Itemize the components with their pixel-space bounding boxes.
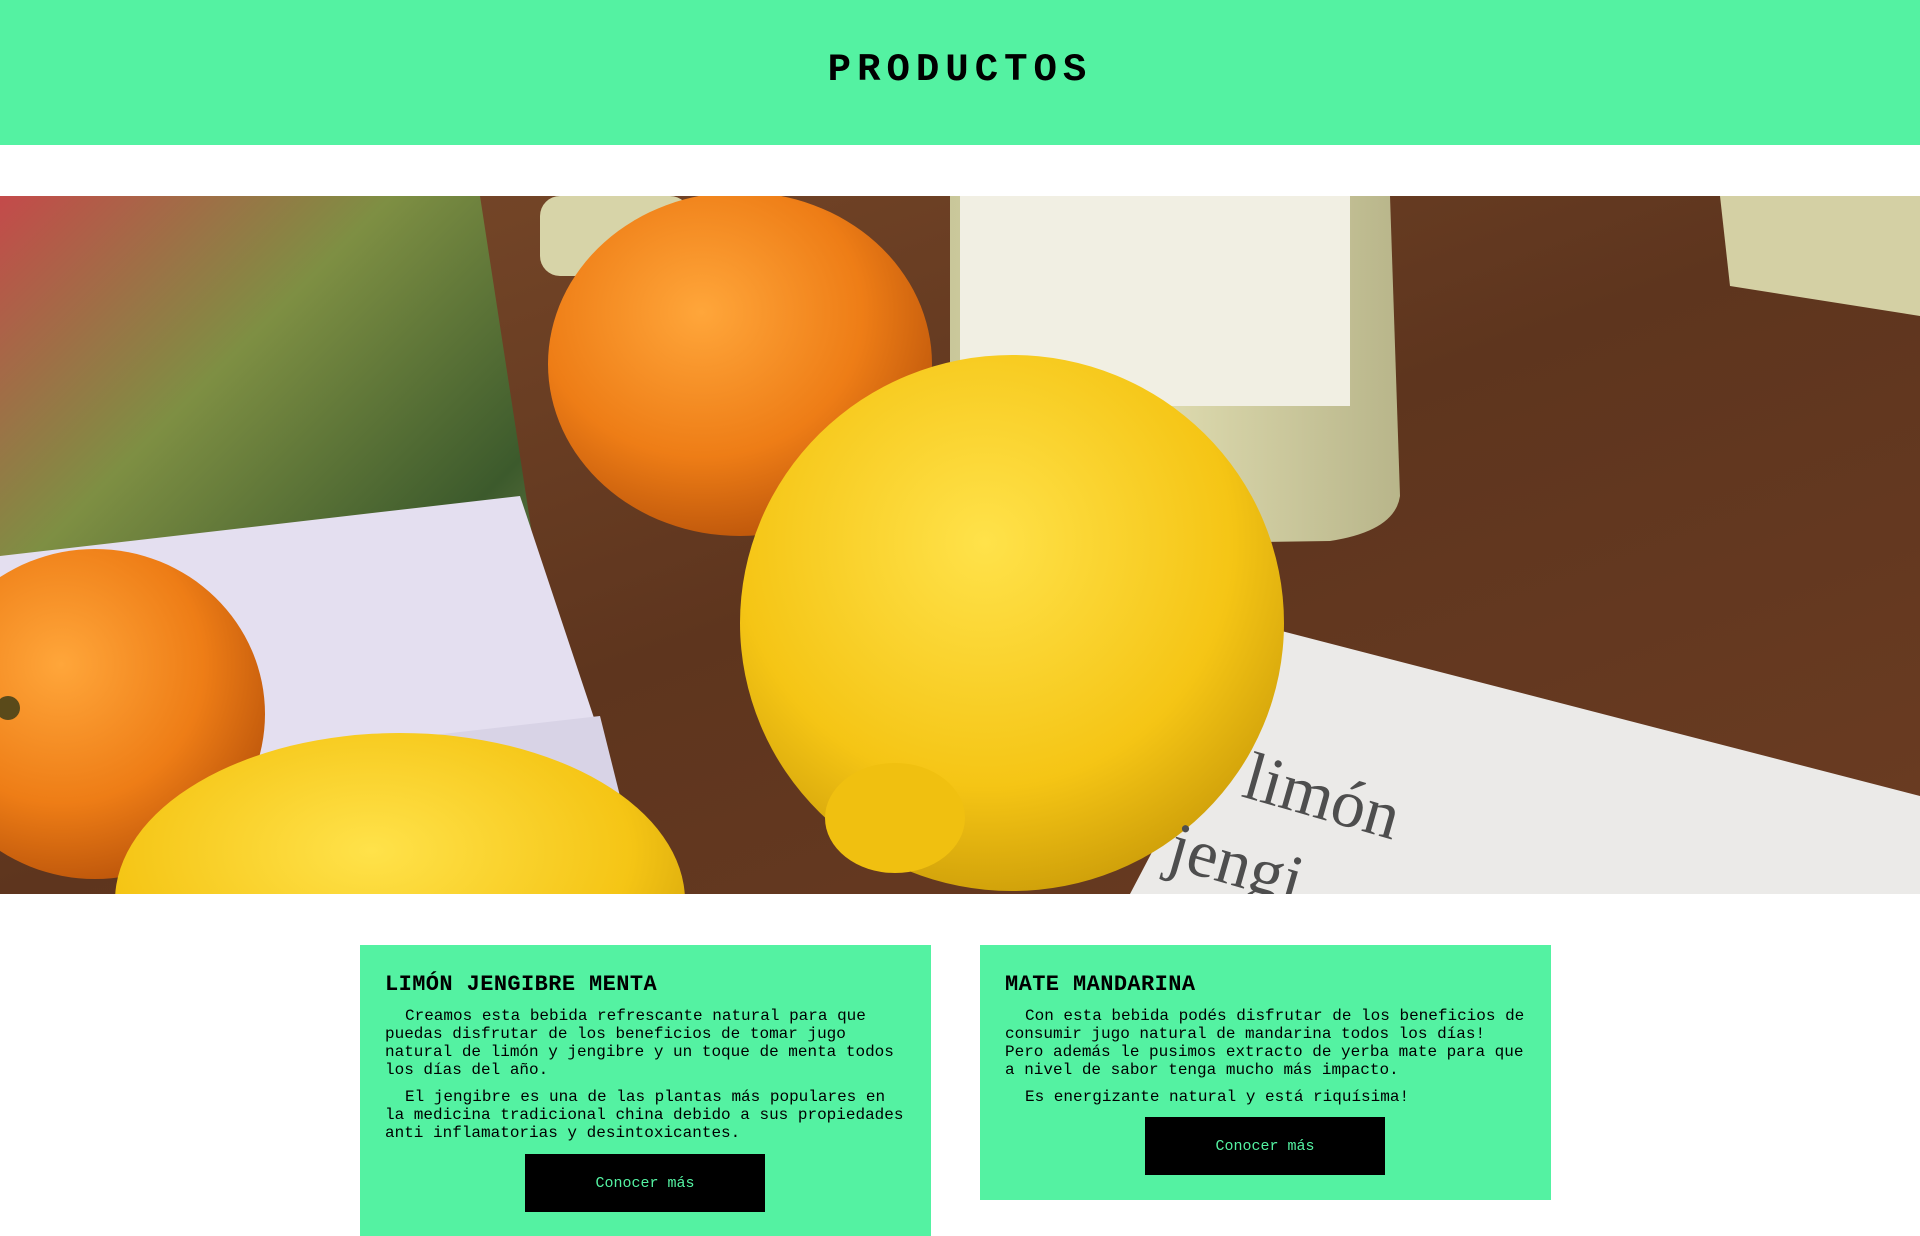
page-title: PRODUCTOS: [827, 47, 1093, 92]
product-description: El jengibre es una de las plantas más po…: [385, 1088, 904, 1142]
product-description: Con esta bebida podés disfrutar de los b…: [1005, 1007, 1525, 1079]
product-card-limon: LIMÓN JENGIBRE MENTA Creamos esta bebida…: [360, 945, 931, 1236]
product-description: Es energizante natural y está riquísima!: [1025, 1088, 1410, 1106]
page-header: PRODUCTOS: [0, 0, 1920, 145]
hero-image: limón jengi: [0, 196, 1920, 894]
product-card-mate: MATE MANDARINA Con esta bebida podés dis…: [980, 945, 1551, 1200]
product-title: MATE MANDARINA: [1005, 972, 1196, 997]
product-title: LIMÓN JENGIBRE MENTA: [385, 972, 658, 997]
learn-more-button[interactable]: Conocer más: [1145, 1117, 1385, 1175]
hero-illustration: limón jengi: [0, 196, 1920, 894]
product-description: Creamos esta bebida refrescante natural …: [385, 1007, 894, 1079]
learn-more-button[interactable]: Conocer más: [525, 1154, 765, 1212]
